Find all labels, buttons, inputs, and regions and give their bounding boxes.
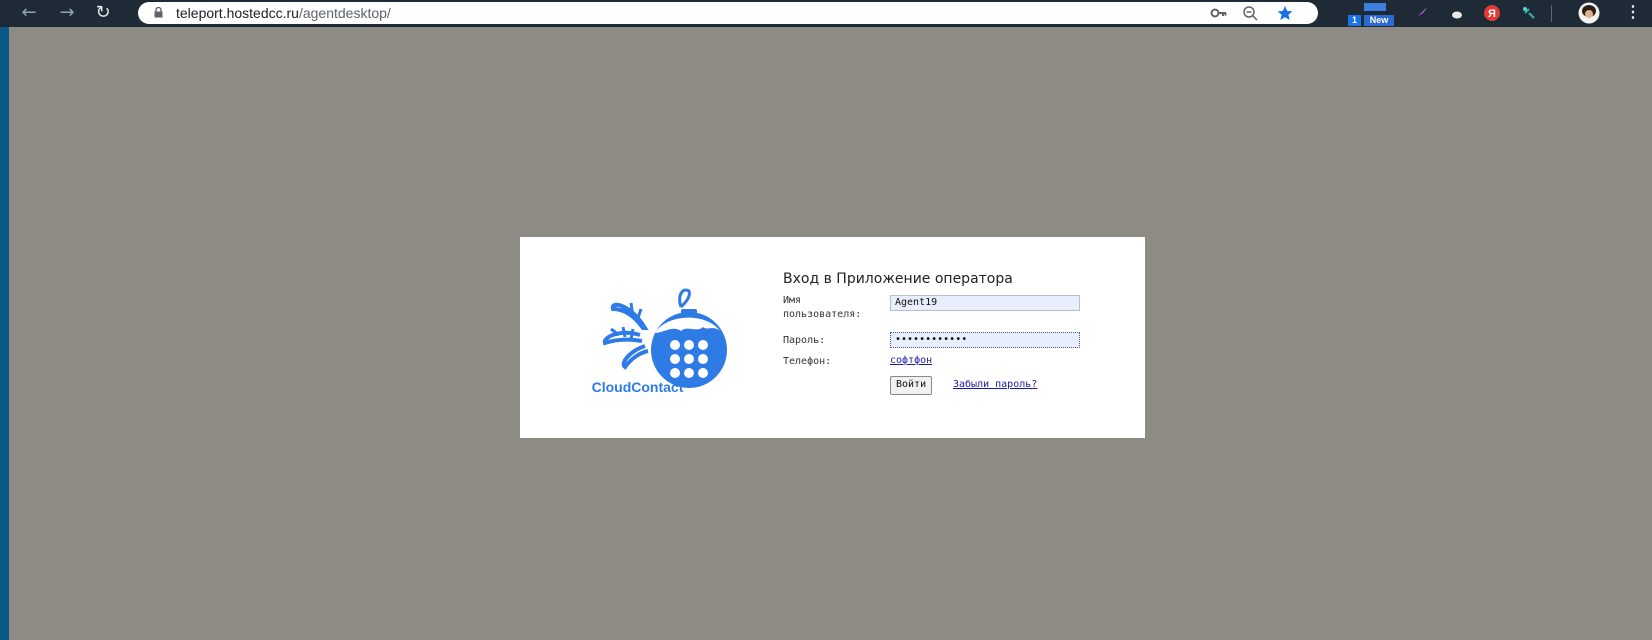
reload-icon[interactable]: ↻: [92, 2, 114, 24]
extension-mail-icon[interactable]: [1364, 3, 1386, 11]
menu-kebab-icon[interactable]: ⋮: [1625, 4, 1641, 22]
profile-avatar[interactable]: [1578, 2, 1600, 24]
forgot-password-link[interactable]: Забыли пароль?: [953, 379, 1037, 390]
phone-label: Телефон:: [783, 356, 832, 367]
toolbar-divider: [1551, 5, 1552, 22]
password-label: Пароль:: [783, 335, 826, 346]
form-title: Вход в Приложение оператора: [783, 271, 1013, 287]
extension-badge-new[interactable]: New: [1364, 15, 1394, 26]
password-field[interactable]: ••••••••••••: [890, 332, 1080, 348]
feather-icon[interactable]: [1412, 4, 1430, 22]
browser-toolbar: ← → ↻ teleport.hostedcc.ru/agentdesktop/…: [0, 0, 1652, 27]
page-viewport: CloudContact Вход в Приложение оператора…: [9, 27, 1652, 640]
username-label-line1: Имя: [783, 295, 802, 306]
url-path: /agentdesktop/: [298, 5, 391, 21]
username-label-line2: пользователя:: [783, 309, 862, 320]
login-dialog: CloudContact Вход в Приложение оператора…: [520, 237, 1145, 438]
sparkle-icon[interactable]: [1520, 4, 1538, 22]
url-text[interactable]: teleport.hostedcc.ru/agentdesktop/: [176, 4, 391, 22]
username-field[interactable]: Agent19: [890, 295, 1080, 311]
extension-badge-count[interactable]: 1: [1348, 15, 1361, 26]
logo-brand-text: CloudContact: [591, 379, 684, 395]
yandex-icon[interactable]: Я: [1483, 4, 1501, 22]
svg-text:Я: Я: [1488, 8, 1496, 20]
login-button[interactable]: Войти: [890, 376, 933, 395]
softphone-link[interactable]: софтфон: [890, 355, 932, 366]
zoom-out-icon[interactable]: [1242, 5, 1260, 21]
forward-arrow-icon[interactable]: →: [56, 2, 78, 24]
back-arrow-icon[interactable]: ←: [18, 2, 40, 24]
url-host: teleport.hostedcc.ru: [176, 5, 299, 21]
address-bar[interactable]: teleport.hostedcc.ru/agentdesktop/: [138, 2, 1318, 24]
lock-icon: [154, 7, 163, 18]
key-icon[interactable]: [1210, 5, 1228, 21]
extension-cloud-icon[interactable]: [1450, 4, 1464, 22]
bookmark-star-icon[interactable]: [1276, 5, 1294, 21]
